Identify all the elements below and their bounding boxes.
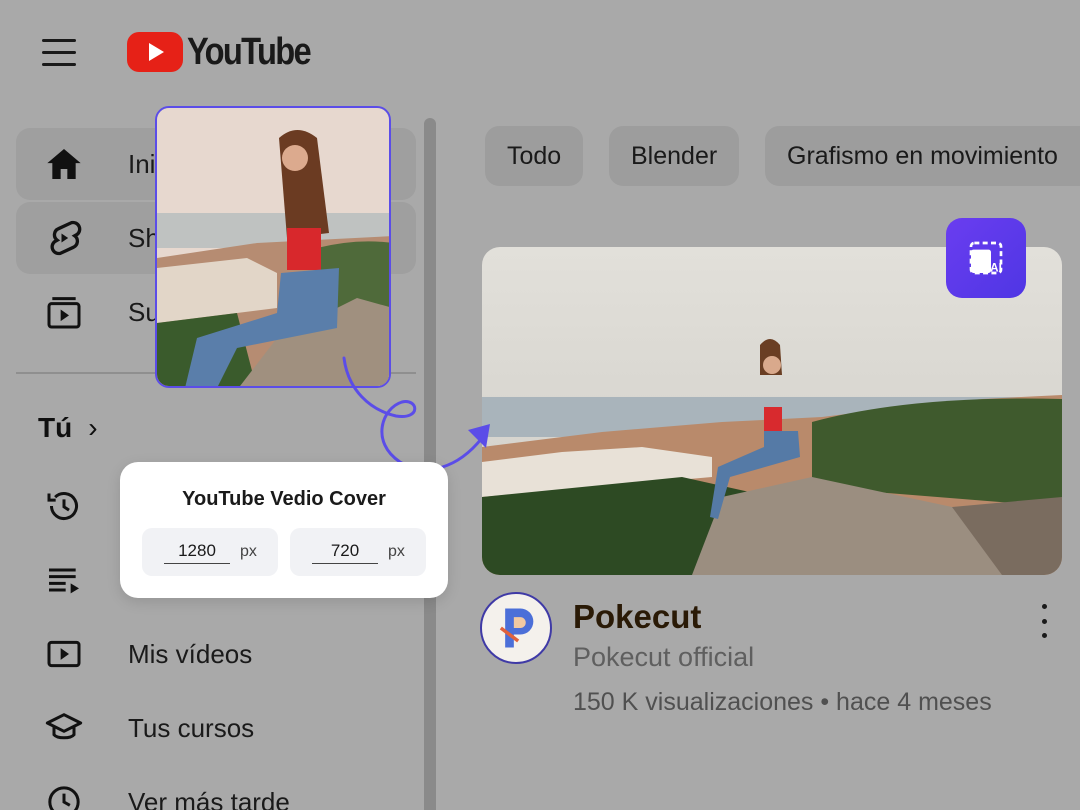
height-unit: px [388,543,405,560]
watch-later-icon [40,778,88,810]
logo-text: YouTube [187,30,312,73]
svg-text:AI: AI [990,261,1002,274]
portrait-photo [157,108,389,386]
sidebar-you-section[interactable]: Tú › [38,412,98,444]
sidebar-item-label: Mis vídeos [128,638,253,669]
you-label: Tú [38,412,73,443]
sidebar-item-watch-later[interactable]: Ver más tarde [16,766,416,810]
chevron-right-icon: › [88,412,98,443]
width-unit: px [240,543,257,560]
chip-blender[interactable]: Blender [609,126,740,186]
channel-avatar[interactable] [480,592,552,664]
pokecut-logo-icon [499,608,534,648]
height-value[interactable]: 720 [312,541,378,564]
cover-size-popover: YouTube Vedio Cover 1280 px 720 px [120,462,448,598]
width-field[interactable]: 1280 px [142,528,278,576]
history-icon [40,482,88,530]
sidebar-item-label: Tus cursos [128,712,255,743]
ai-resize-badge[interactable]: AI [946,218,1026,298]
youtube-play-icon [127,32,183,72]
chip-motion-graphics[interactable]: Grafismo en movimiento [765,126,1080,186]
width-value[interactable]: 1280 [164,541,230,564]
video-title[interactable]: Pokecut [573,598,701,636]
playlists-icon [40,556,88,604]
sidebar-item-courses[interactable]: Tus cursos [16,692,416,764]
channel-name[interactable]: Pokecut official [573,642,754,673]
your-videos-icon [40,630,88,678]
sidebar-item-your-videos[interactable]: Mis vídeos [16,618,416,690]
sidebar-item-label: Ver más tarde [128,786,290,810]
sidebar-item-label: Ini [128,148,156,179]
video-meta: 150 K visualizaciones • hace 4 meses [573,688,992,716]
original-photo-card[interactable] [155,106,391,388]
home-icon [40,140,88,188]
ai-resize-icon: AI [969,241,1003,274]
subscriptions-icon [40,288,88,336]
courses-icon [40,704,88,752]
menu-icon[interactable] [40,36,80,68]
connector-arrow [342,356,490,471]
height-field[interactable]: 720 px [290,528,426,576]
youtube-logo[interactable]: YouTube [127,28,330,76]
shorts-icon [40,214,88,262]
more-options-icon[interactable] [1034,604,1054,638]
popover-title: YouTube Vedio Cover [182,488,386,510]
chip-all[interactable]: Todo [485,126,584,186]
